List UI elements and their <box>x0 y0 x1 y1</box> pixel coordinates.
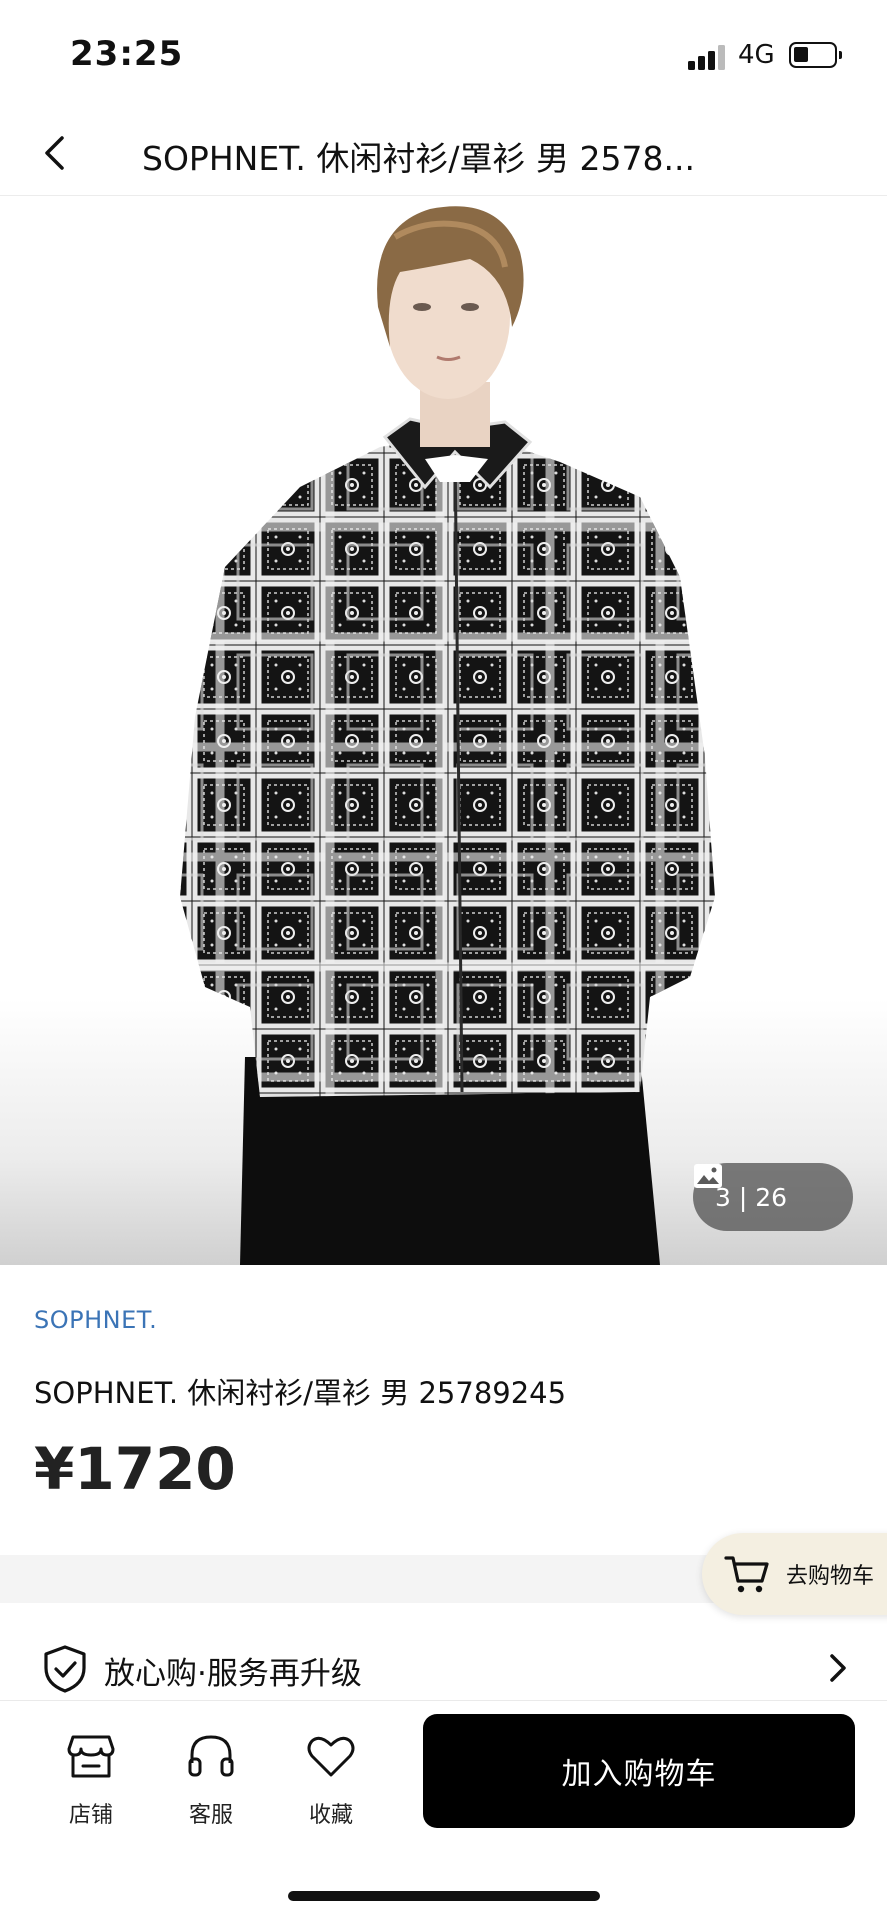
cart-icon <box>724 1556 769 1593</box>
chevron-right-icon <box>830 1654 846 1682</box>
headset-icon <box>188 1735 234 1777</box>
bottom-action-bar: 店铺 客服 收藏 加入购物车 <box>0 1700 887 1920</box>
tab-customer-service-label: 客服 <box>188 1803 233 1828</box>
go-to-cart-button[interactable]: 去购物车 <box>702 1533 887 1615</box>
battery-icon <box>789 42 842 68</box>
add-to-cart-button[interactable]: 加入购物车 <box>423 1714 855 1828</box>
shield-icon <box>44 1645 86 1693</box>
service-guarantee-row[interactable]: 放心购·服务再升级 <box>0 1630 887 1706</box>
service-label: 放心购·服务再升级 <box>104 1656 362 1692</box>
tab-customer-service[interactable]: 客服 <box>166 1729 256 1829</box>
nav-header: SOPHNET. 休闲衬衫/罩衫 男 2578... <box>0 110 887 196</box>
home-indicator[interactable] <box>288 1891 600 1901</box>
status-time: 23:25 <box>70 34 184 74</box>
page-title: SOPHNET. 休闲衬衫/罩衫 男 2578... <box>142 139 695 178</box>
go-to-cart-label: 去购物车 <box>786 1564 875 1589</box>
product-image[interactable]: 3 | 26 <box>0 197 887 1265</box>
store-icon <box>67 1735 115 1778</box>
tab-store-label: 店铺 <box>68 1803 113 1828</box>
product-price: ¥1720 <box>34 1435 236 1503</box>
tab-favorite[interactable]: 收藏 <box>286 1729 376 1829</box>
status-bar: 23:25 4G <box>0 0 887 110</box>
tab-favorite-label: 收藏 <box>308 1803 353 1828</box>
signal-icon <box>688 44 726 70</box>
product-title: SOPHNET. 休闲衬衫/罩衫 男 25789245 <box>34 1376 567 1410</box>
image-icon <box>694 1164 722 1188</box>
image-counter[interactable]: 3 | 26 <box>693 1163 853 1231</box>
tab-store[interactable]: 店铺 <box>46 1729 136 1829</box>
image-counter-text: 3 | 26 <box>715 1182 788 1212</box>
heart-icon <box>307 1736 355 1777</box>
back-icon[interactable] <box>34 130 80 176</box>
brand-link[interactable]: SOPHNET. <box>34 1306 157 1334</box>
model-photo <box>180 206 715 1265</box>
network-type: 4G <box>738 40 775 70</box>
